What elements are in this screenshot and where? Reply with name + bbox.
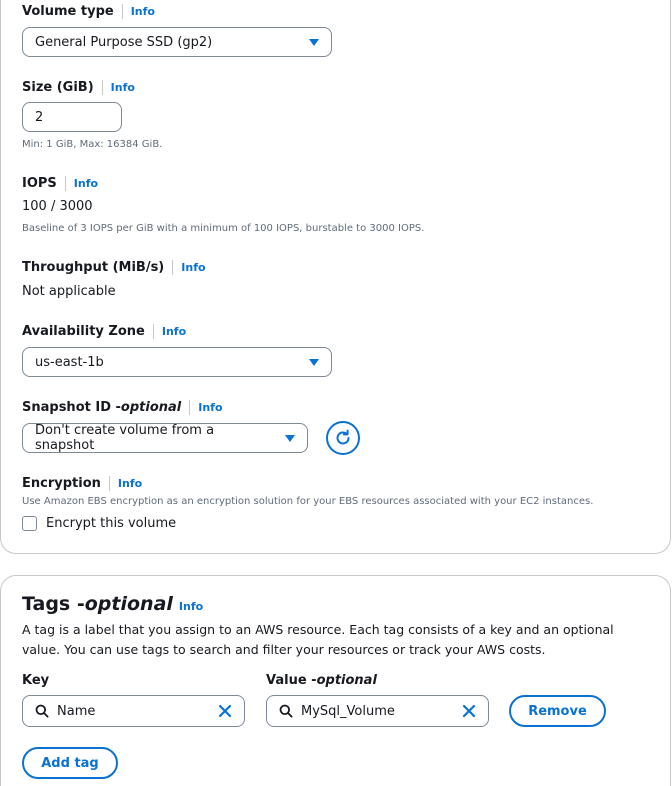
snapshot-optional-text: optional xyxy=(120,400,182,415)
availability-zone-selected: us-east-1b xyxy=(35,354,104,370)
add-tag-button[interactable]: Add tag xyxy=(22,747,118,779)
divider xyxy=(121,4,123,19)
encryption-description: Use Amazon EBS encryption as an encrypti… xyxy=(22,496,594,507)
value-optional-text: optional xyxy=(316,673,377,688)
snapshot-label: Snapshot ID - optional Info xyxy=(22,400,223,415)
encrypt-checkbox-row[interactable]: Encrypt this volume xyxy=(22,516,176,531)
encryption-label-text: Encryption xyxy=(22,476,101,491)
tags-title-text: Tags - xyxy=(22,593,85,615)
key-column-header: Key xyxy=(22,673,50,688)
iops-value: 100 / 3000 xyxy=(22,199,93,214)
size-value: 2 xyxy=(35,109,44,125)
size-info-link[interactable]: Info xyxy=(111,81,135,94)
tags-description-line-1: A tag is a label that you assign to an A… xyxy=(22,622,614,637)
encryption-info-link[interactable]: Info xyxy=(118,477,142,490)
refresh-button[interactable] xyxy=(326,421,360,455)
snapshot-info-link[interactable]: Info xyxy=(198,401,222,414)
throughput-value: Not applicable xyxy=(22,284,116,299)
value-column-header: Value - optional xyxy=(266,673,377,688)
remove-tag-button[interactable]: Remove xyxy=(509,695,606,727)
encryption-label: Encryption Info xyxy=(22,476,142,491)
size-label-text: Size (GiB) xyxy=(22,80,94,95)
size-label: Size (GiB) Info xyxy=(22,80,135,95)
divider xyxy=(101,80,103,95)
size-input[interactable]: 2 xyxy=(22,102,122,132)
value-header-text: Value - xyxy=(266,673,317,688)
encrypt-checkbox[interactable] xyxy=(22,516,37,531)
snapshot-selected: Don't create volume from a snapshot xyxy=(35,423,215,453)
clear-icon[interactable] xyxy=(462,704,476,718)
iops-info-link[interactable]: Info xyxy=(74,177,98,190)
tags-optional-text: optional xyxy=(84,593,173,615)
iops-label-text: IOPS xyxy=(22,176,57,191)
tag-key-input[interactable]: Name xyxy=(22,695,245,727)
divider xyxy=(64,176,66,191)
divider xyxy=(189,400,191,415)
snapshot-label-text: Snapshot ID - xyxy=(22,400,121,415)
caret-down-icon xyxy=(285,434,295,442)
volume-type-info-link[interactable]: Info xyxy=(131,5,155,18)
volume-type-select[interactable]: General Purpose SSD (gp2) xyxy=(22,27,332,57)
availability-zone-select[interactable]: us-east-1b xyxy=(22,347,332,377)
divider xyxy=(172,260,174,275)
size-hint: Min: 1 GiB, Max: 16384 GiB. xyxy=(22,139,163,150)
divider xyxy=(152,324,154,339)
availability-zone-info-link[interactable]: Info xyxy=(162,325,186,338)
tags-info-link[interactable]: Info xyxy=(179,600,203,613)
search-icon xyxy=(279,704,293,718)
throughput-label: Throughput (MiB/s) Info xyxy=(22,260,206,275)
volume-type-label-text: Volume type xyxy=(22,4,114,19)
caret-down-icon xyxy=(309,358,319,366)
caret-down-icon xyxy=(309,38,319,46)
throughput-info-link[interactable]: Info xyxy=(181,261,205,274)
volume-type-selected: General Purpose SSD (gp2) xyxy=(35,34,213,50)
availability-zone-label: Availability Zone Info xyxy=(22,324,186,339)
volume-type-label: Volume type Info xyxy=(22,4,155,19)
iops-label: IOPS Info xyxy=(22,176,98,191)
encrypt-checkbox-label: Encrypt this volume xyxy=(46,516,177,531)
refresh-icon xyxy=(336,429,350,445)
divider xyxy=(108,476,110,491)
tags-description-line-2: value. You can use tags to search and fi… xyxy=(22,642,546,657)
search-icon xyxy=(35,704,49,718)
tag-key-value: Name xyxy=(57,703,96,719)
throughput-label-text: Throughput (MiB/s) xyxy=(22,260,165,275)
tag-value-value: MySql_Volume xyxy=(301,703,395,719)
availability-zone-label-text: Availability Zone xyxy=(22,324,145,339)
tag-value-input[interactable]: MySql_Volume xyxy=(266,695,489,727)
snapshot-select[interactable]: Don't create volume from a snapshot xyxy=(22,423,308,453)
tags-description: A tag is a label that you assign to an A… xyxy=(22,620,652,660)
tags-title: Tags - optional Info xyxy=(22,593,203,615)
iops-hint: Baseline of 3 IOPS per GiB with a minimu… xyxy=(22,223,425,234)
clear-icon[interactable] xyxy=(218,704,232,718)
